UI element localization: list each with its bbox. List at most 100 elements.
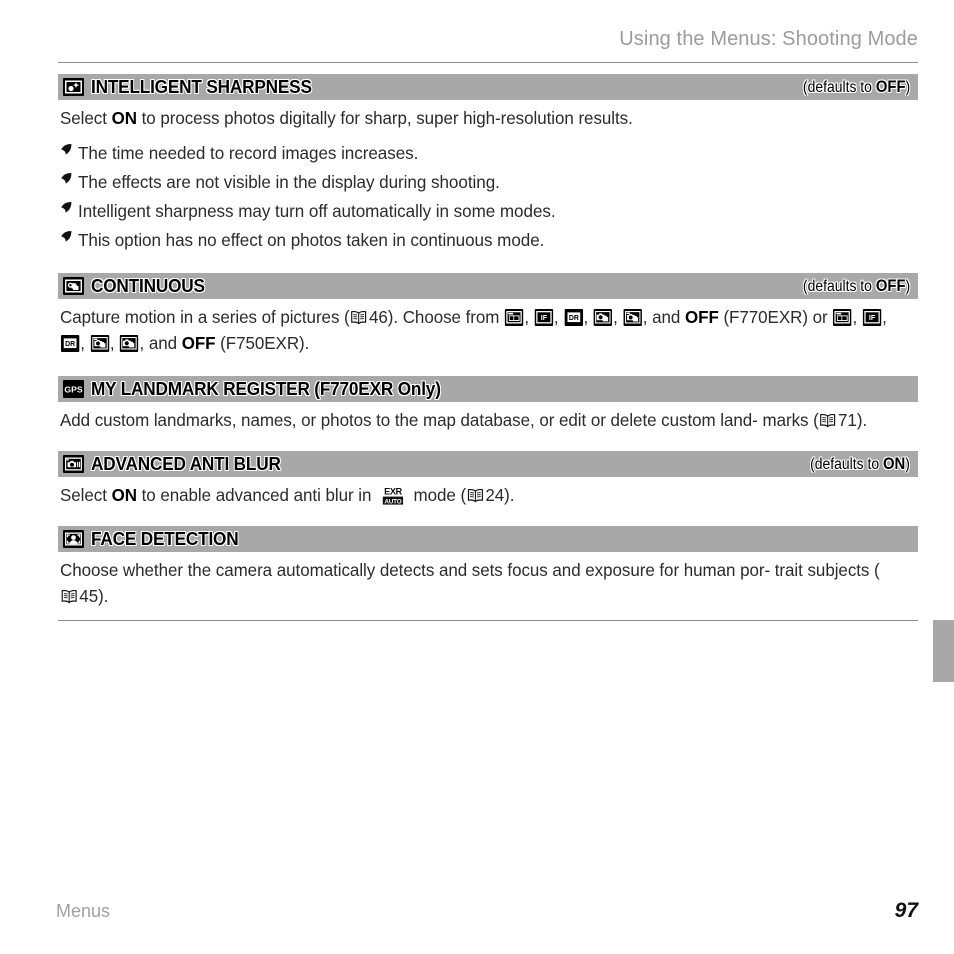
burst-frames-icon: [833, 309, 852, 326]
list-item-label: The effects are not visible in the displ…: [78, 172, 500, 192]
list-item: The effects are not visible in the displ…: [60, 170, 918, 194]
body-text: ,: [109, 333, 120, 353]
section-title: MY LANDMARK REGISTER (F770EXR Only): [91, 378, 441, 399]
defaults-value: OFF: [875, 276, 906, 295]
body-text: ,: [80, 333, 90, 353]
list-item: The time needed to record images increas…: [60, 141, 918, 165]
footer-section-label: Menus: [56, 901, 111, 921]
burst-frames-icon: [505, 309, 524, 326]
body-text: Capture motion in a series of pictures (: [60, 307, 350, 327]
body-text: ,: [524, 307, 534, 327]
section-body-intelligent-sharpness: Select ON to process photos digitally fo…: [60, 105, 888, 131]
defaults-prefix: (defaults to: [802, 78, 876, 96]
camera-stack-alt-icon: [623, 309, 642, 326]
page-reference-book-icon: [351, 306, 367, 325]
svg-text:DR: DR: [65, 341, 75, 348]
page-reference-number: 46: [368, 307, 388, 327]
body-emphasis: OFF: [684, 307, 719, 327]
list-item: This option has no effect on photos take…: [60, 228, 918, 252]
section-default-value: (defaults to ON): [810, 455, 910, 474]
section-title: FACE DETECTION: [91, 528, 239, 549]
section-header-face-detection: FACE DETECTION: [58, 526, 918, 552]
section-body-advanced-anti-blur: Select ON to enable advanced anti blur i…: [60, 482, 888, 508]
diamond-bullet-icon: [60, 228, 78, 248]
notes-list: The time needed to record images increas…: [60, 141, 918, 252]
anti-blur-icon: [63, 455, 84, 473]
header-divider: [58, 62, 918, 63]
page-reference-book-icon: [820, 409, 836, 428]
page-content: INTELLIGENT SHARPNESS (defaults to OFF) …: [58, 74, 918, 615]
svg-text:IF: IF: [869, 313, 876, 322]
body-text: ,: [583, 307, 593, 327]
page-reference-number: 45: [79, 586, 99, 606]
section-body-my-landmark-register: Add custom landmarks, names, or photos t…: [60, 407, 888, 433]
list-item-label: This option has no effect on photos take…: [78, 230, 545, 250]
defaults-value: OFF: [875, 77, 906, 96]
body-text: ). Choose from: [387, 307, 505, 327]
section-default-value: (defaults to OFF): [803, 78, 910, 97]
body-emphasis: ON: [111, 108, 137, 128]
body-text: ).: [856, 410, 868, 430]
running-header-title: Using the Menus: Shooting Mode: [619, 28, 918, 50]
body-text: marks (: [762, 410, 819, 430]
list-item-label: Intelligent sharpness may turn off autom…: [78, 201, 556, 221]
section-default-value: (defaults to OFF): [803, 277, 910, 296]
camera-stack-alt-icon: [90, 335, 109, 352]
defaults-suffix: ): [905, 78, 910, 96]
page-reference-book-icon: [61, 585, 77, 604]
list-item-label: The time needed to record images increas…: [78, 143, 419, 163]
body-emphasis: ON: [111, 485, 137, 505]
body-text: (F770EXR): [718, 307, 808, 327]
list-item: Intelligent sharpness may turn off autom…: [60, 199, 918, 223]
body-text: ,: [553, 307, 564, 327]
diamond-bullet-icon: [60, 199, 78, 219]
body-text: or: [812, 307, 833, 327]
manual-page: Using the Menus: Shooting Mode INTELLIGE…: [0, 0, 954, 954]
defaults-prefix: (defaults to: [810, 455, 884, 473]
page-reference-number: 24: [485, 485, 505, 505]
body-text: ,: [882, 307, 887, 327]
body-text: ).: [98, 586, 109, 606]
defaults-value: ON: [883, 454, 906, 473]
svg-text:DR: DR: [568, 315, 578, 322]
section-body-continuous: Capture motion in a series of pictures (…: [60, 304, 888, 356]
section-title: ADVANCED ANTI BLUR: [91, 453, 281, 474]
section-title: INTELLIGENT SHARPNESS: [91, 76, 312, 97]
body-text: Add custom landmarks, names, or photos t…: [60, 410, 758, 430]
svg-text:AUTO: AUTO: [384, 498, 401, 505]
diamond-bullet-icon: [60, 141, 78, 161]
section-header-intelligent-sharpness: INTELLIGENT SHARPNESS (defaults to OFF): [58, 74, 918, 100]
page-reference-book-icon: [467, 484, 483, 503]
section-header-continuous: CONTINUOUS (defaults to OFF): [58, 273, 918, 299]
defaults-suffix: ): [905, 455, 910, 473]
diamond-bullet-icon: [60, 170, 78, 190]
content-bottom-divider: [58, 620, 918, 621]
body-text: trait subjects (: [774, 560, 880, 580]
section-title: CONTINUOUS: [91, 275, 205, 296]
body-tail: to process photos digitally for sharp, s…: [136, 108, 633, 128]
dr-badge-icon: DR: [564, 309, 583, 326]
svg-text:GPS: GPS: [64, 385, 82, 395]
camera-stack-icon: [120, 335, 139, 352]
defaults-prefix: (defaults to: [802, 277, 876, 295]
body-text: , and: [642, 307, 685, 327]
intelligent-sharpness-icon: [63, 78, 84, 96]
section-body-face-detection: Choose whether the camera automatically …: [60, 557, 888, 609]
continuous-icon: [63, 277, 84, 295]
exr-auto-icon: EXR AUTO: [378, 485, 407, 506]
svg-text:EXR: EXR: [384, 485, 402, 496]
dr-badge-icon: DR: [60, 335, 80, 352]
face-detection-icon: [63, 530, 84, 548]
section-header-my-landmark-register: GPS MY LANDMARK REGISTER (F770EXR Only): [58, 376, 918, 402]
defaults-suffix: ): [905, 277, 910, 295]
gps-icon: GPS: [63, 380, 84, 398]
body-lead: Select: [60, 108, 112, 128]
svg-text:IF: IF: [541, 313, 548, 322]
body-text: mode (: [408, 485, 467, 505]
camera-stack-icon: [593, 309, 613, 326]
body-text: Select: [60, 485, 112, 505]
